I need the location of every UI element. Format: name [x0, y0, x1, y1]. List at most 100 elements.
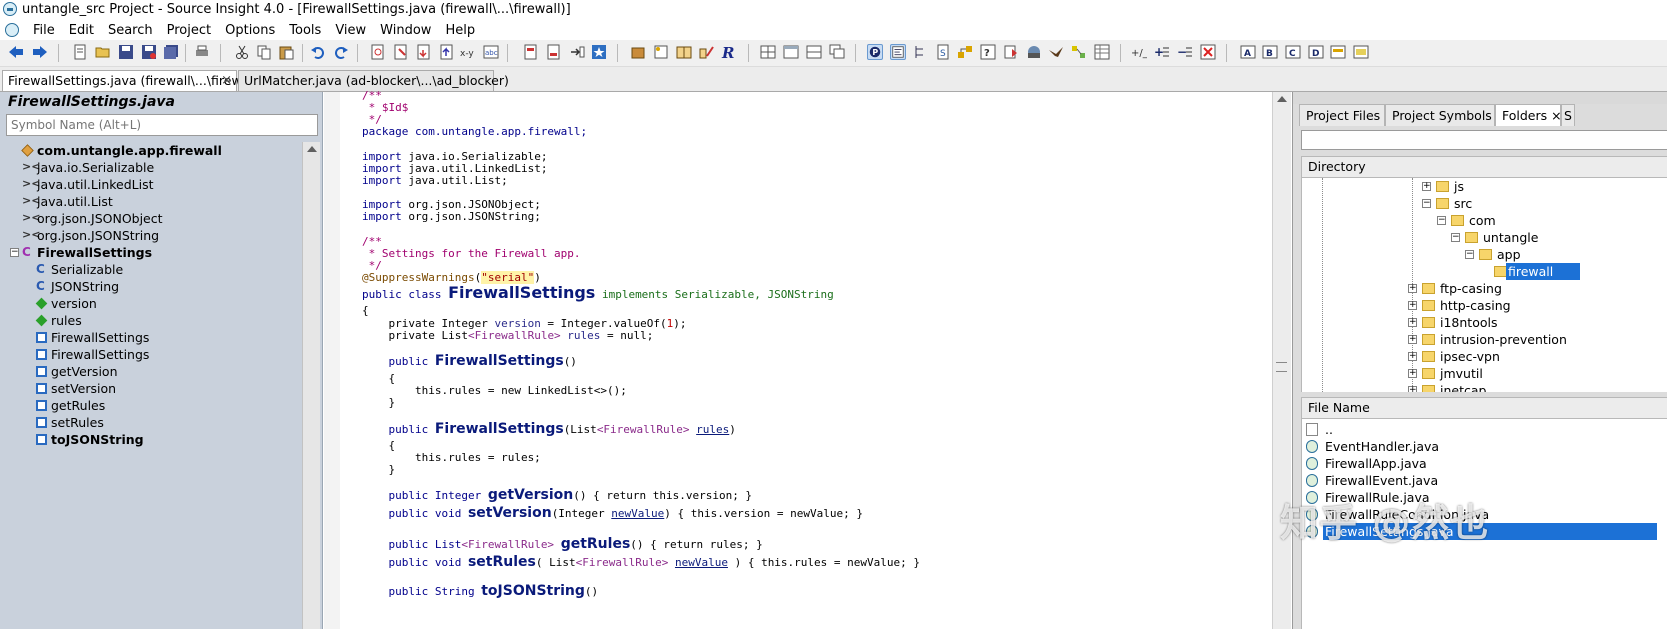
scroll-up-arrow-icon[interactable]	[307, 146, 317, 152]
save-icon[interactable]	[118, 44, 134, 60]
close-window-icon[interactable]	[1200, 44, 1216, 60]
project-icon[interactable]	[630, 44, 646, 60]
collapse-toggle-icon[interactable]: −	[1451, 233, 1460, 242]
tab-url-matcher[interactable]: UrlMatcher.java (ad-blocker\...\ad_block…	[238, 70, 509, 91]
expand-toggle-icon[interactable]: +	[1408, 301, 1417, 310]
scroll-up-arrow-icon[interactable]	[1277, 96, 1287, 102]
menu-project[interactable]: Project	[160, 22, 218, 39]
style-f-icon[interactable]	[1353, 44, 1369, 60]
grid-window-icon[interactable]	[1094, 44, 1110, 60]
code-line: public void setVersion(Integer newValue)…	[362, 505, 863, 521]
tab-more[interactable]: S	[1561, 104, 1575, 126]
save-all-icon[interactable]	[163, 44, 179, 60]
menu-file[interactable]: File	[26, 22, 62, 39]
collapse-toggle-icon[interactable]: −	[10, 248, 19, 257]
editor-vertical-scrollbar[interactable]	[1272, 92, 1291, 629]
menu-edit[interactable]: Edit	[62, 22, 101, 39]
tree-icon[interactable]	[913, 44, 929, 60]
browser-icon[interactable]	[1026, 44, 1042, 60]
print-icon[interactable]	[194, 44, 210, 60]
undo-icon[interactable]	[310, 44, 326, 60]
relation-window-icon[interactable]	[890, 44, 906, 60]
cut-icon[interactable]	[234, 44, 250, 60]
collapse-icon[interactable]: −	[1177, 44, 1193, 60]
menu-help[interactable]: Help	[438, 22, 482, 39]
diagram-icon[interactable]	[1071, 44, 1087, 60]
expand-toggle-icon[interactable]: +	[1408, 386, 1417, 392]
search-up-icon[interactable]	[439, 44, 455, 60]
forward-arrow-icon[interactable]	[32, 44, 48, 60]
paste-icon[interactable]	[278, 44, 294, 60]
book-icon[interactable]	[676, 44, 692, 60]
expand-toggle-icon[interactable]: +	[1408, 284, 1417, 293]
star-icon[interactable]	[591, 44, 607, 60]
expand-toggle-icon[interactable]: +	[1408, 369, 1417, 378]
expand-toggle-icon[interactable]: +	[1408, 352, 1417, 361]
bookmark-next-icon[interactable]	[546, 44, 562, 60]
increase-indent-icon[interactable]: +/_	[1131, 44, 1147, 60]
expand-toggle-icon[interactable]: +	[1408, 335, 1417, 344]
symbol-window-icon[interactable]: S	[935, 44, 951, 60]
save-as-icon[interactable]	[141, 44, 157, 60]
symbol-info-icon[interactable]	[653, 44, 669, 60]
file-name-column-header[interactable]: File Name	[1301, 397, 1667, 419]
code-line: import java.util.List;	[362, 174, 508, 187]
replace-icon[interactable]	[393, 44, 409, 60]
expand-icon[interactable]: +	[1154, 44, 1170, 60]
code-editor[interactable]: /** * $Id$ */ package com.untangle.app.f…	[324, 89, 1291, 629]
context-icon[interactable]: P	[867, 44, 883, 60]
menu-view[interactable]: View	[328, 22, 373, 39]
collapse-toggle-icon[interactable]: −	[1422, 199, 1431, 208]
layout-split-icon[interactable]	[806, 44, 822, 60]
style-e-icon[interactable]	[1330, 44, 1346, 60]
symbol-list-scrollbar[interactable]	[302, 142, 320, 629]
style-c-icon[interactable]: C	[1285, 44, 1301, 60]
lookup-xy-icon[interactable]: x-y	[460, 44, 476, 60]
search-down-icon[interactable]	[416, 44, 432, 60]
help-icon[interactable]: ?	[980, 44, 996, 60]
open-folder-icon[interactable]	[95, 44, 111, 60]
folder-filter-input[interactable]	[1301, 130, 1667, 150]
style-d-icon[interactable]: D	[1308, 44, 1324, 60]
expand-toggle-icon[interactable]: +	[1422, 182, 1431, 191]
tab-firewall-settings[interactable]: FirewallSettings.java (firewall\...\fire…	[2, 70, 261, 91]
symbol-search-input[interactable]	[6, 114, 318, 136]
toolbar-separator	[855, 44, 856, 62]
jump-icon[interactable]	[569, 44, 585, 60]
clip-icon[interactable]	[1003, 44, 1019, 60]
hierarchy-icon[interactable]	[957, 44, 973, 60]
svg-text:S: S	[940, 49, 946, 59]
bookmark-prev-icon[interactable]	[523, 44, 539, 60]
search-files-icon[interactable]	[370, 44, 386, 60]
style-b-icon[interactable]: B	[1262, 44, 1278, 60]
menu-options[interactable]: Options	[218, 22, 282, 39]
redo-icon[interactable]	[333, 44, 349, 60]
expand-toggle-icon[interactable]: +	[1408, 318, 1417, 327]
svg-text:−: −	[1177, 45, 1187, 59]
system-menu-icon[interactable]	[5, 23, 19, 37]
browse-icon[interactable]: abc	[483, 44, 499, 60]
code-line: * Settings for the Firewall app.	[362, 247, 581, 260]
menu-search[interactable]: Search	[101, 22, 160, 39]
reformat-icon[interactable]: R	[721, 44, 737, 60]
style-a-icon[interactable]: A	[1240, 44, 1256, 60]
doc-icon	[1306, 423, 1318, 436]
tab-close-icon[interactable]: ×	[221, 71, 232, 90]
back-arrow-icon[interactable]	[8, 44, 24, 60]
cascade-icon[interactable]	[829, 44, 845, 60]
collapse-toggle-icon[interactable]: −	[1465, 250, 1474, 259]
new-file-icon[interactable]	[72, 44, 88, 60]
scroll-grip-icon[interactable]	[1276, 362, 1287, 372]
collapse-toggle-icon[interactable]: −	[1437, 216, 1446, 225]
layout-grid-icon[interactable]	[760, 44, 776, 60]
directory-column-header[interactable]: Directory	[1301, 156, 1667, 178]
menu-tools[interactable]: Tools	[282, 22, 328, 39]
relation-icon[interactable]	[699, 44, 715, 60]
menu-window[interactable]: Window	[373, 22, 438, 39]
tab-project-symbols[interactable]: Project Symbols	[1385, 104, 1495, 126]
tab-folders[interactable]: Folders ×	[1495, 104, 1562, 126]
copy-icon[interactable]	[256, 44, 272, 60]
layout-window-icon[interactable]	[783, 44, 799, 60]
tab-project-files[interactable]: Project Files	[1299, 104, 1385, 126]
bird-icon[interactable]	[1048, 44, 1064, 60]
